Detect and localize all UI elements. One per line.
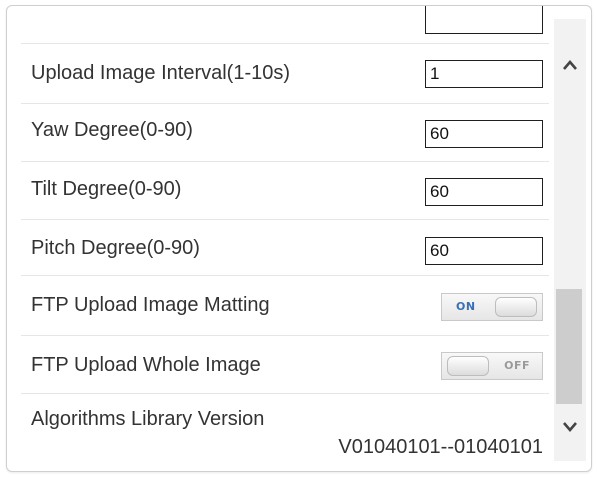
- settings-list: Upload Image Interval(1-10s) Yaw Degree(…: [7, 6, 549, 471]
- setting-row-upload-interval: Upload Image Interval(1-10s): [21, 44, 549, 104]
- ftp-whole-image-state: OFF: [504, 359, 530, 372]
- upload-interval-input[interactable]: [425, 60, 543, 88]
- setting-row-ftp-whole-image: FTP Upload Whole Image OFF: [21, 336, 549, 394]
- algorithms-version-value: V01040101--01040101: [338, 436, 543, 458]
- chevron-down-icon[interactable]: [560, 417, 580, 437]
- setting-row-ftp-image-matting: FTP Upload Image Matting ON: [21, 276, 549, 336]
- yaw-degree-input[interactable]: [425, 120, 543, 148]
- ftp-image-matting-state: ON: [456, 300, 476, 313]
- pitch-degree-input[interactable]: [425, 237, 543, 265]
- tilt-degree-input[interactable]: [425, 178, 543, 206]
- setting-row-yaw-degree: Yaw Degree(0-90): [21, 104, 549, 162]
- ftp-image-matting-label: FTP Upload Image Matting: [31, 294, 270, 316]
- partial-row-field[interactable]: [425, 6, 543, 34]
- upload-interval-label: Upload Image Interval(1-10s): [31, 62, 291, 84]
- ftp-whole-image-toggle[interactable]: OFF: [441, 352, 543, 380]
- pitch-degree-label: Pitch Degree(0-90): [31, 237, 200, 259]
- tilt-degree-label: Tilt Degree(0-90): [31, 178, 182, 200]
- scrollbar-thumb[interactable]: [556, 289, 582, 404]
- ftp-whole-image-label: FTP Upload Whole Image: [31, 354, 261, 376]
- ftp-image-matting-toggle[interactable]: ON: [441, 293, 543, 321]
- setting-row-pitch-degree: Pitch Degree(0-90): [21, 220, 549, 276]
- toggle-knob: [495, 297, 537, 317]
- chevron-up-icon[interactable]: [560, 55, 580, 75]
- vertical-scrollbar[interactable]: [554, 19, 586, 461]
- yaw-degree-label: Yaw Degree(0-90): [31, 119, 193, 141]
- setting-row-algorithms-version: Algorithms Library Version V01040101--01…: [21, 394, 549, 471]
- algorithms-version-label: Algorithms Library Version: [31, 408, 265, 430]
- toggle-knob: [447, 356, 489, 376]
- partial-row: [21, 6, 549, 44]
- setting-row-tilt-degree: Tilt Degree(0-90): [21, 162, 549, 220]
- settings-panel: Upload Image Interval(1-10s) Yaw Degree(…: [6, 5, 592, 472]
